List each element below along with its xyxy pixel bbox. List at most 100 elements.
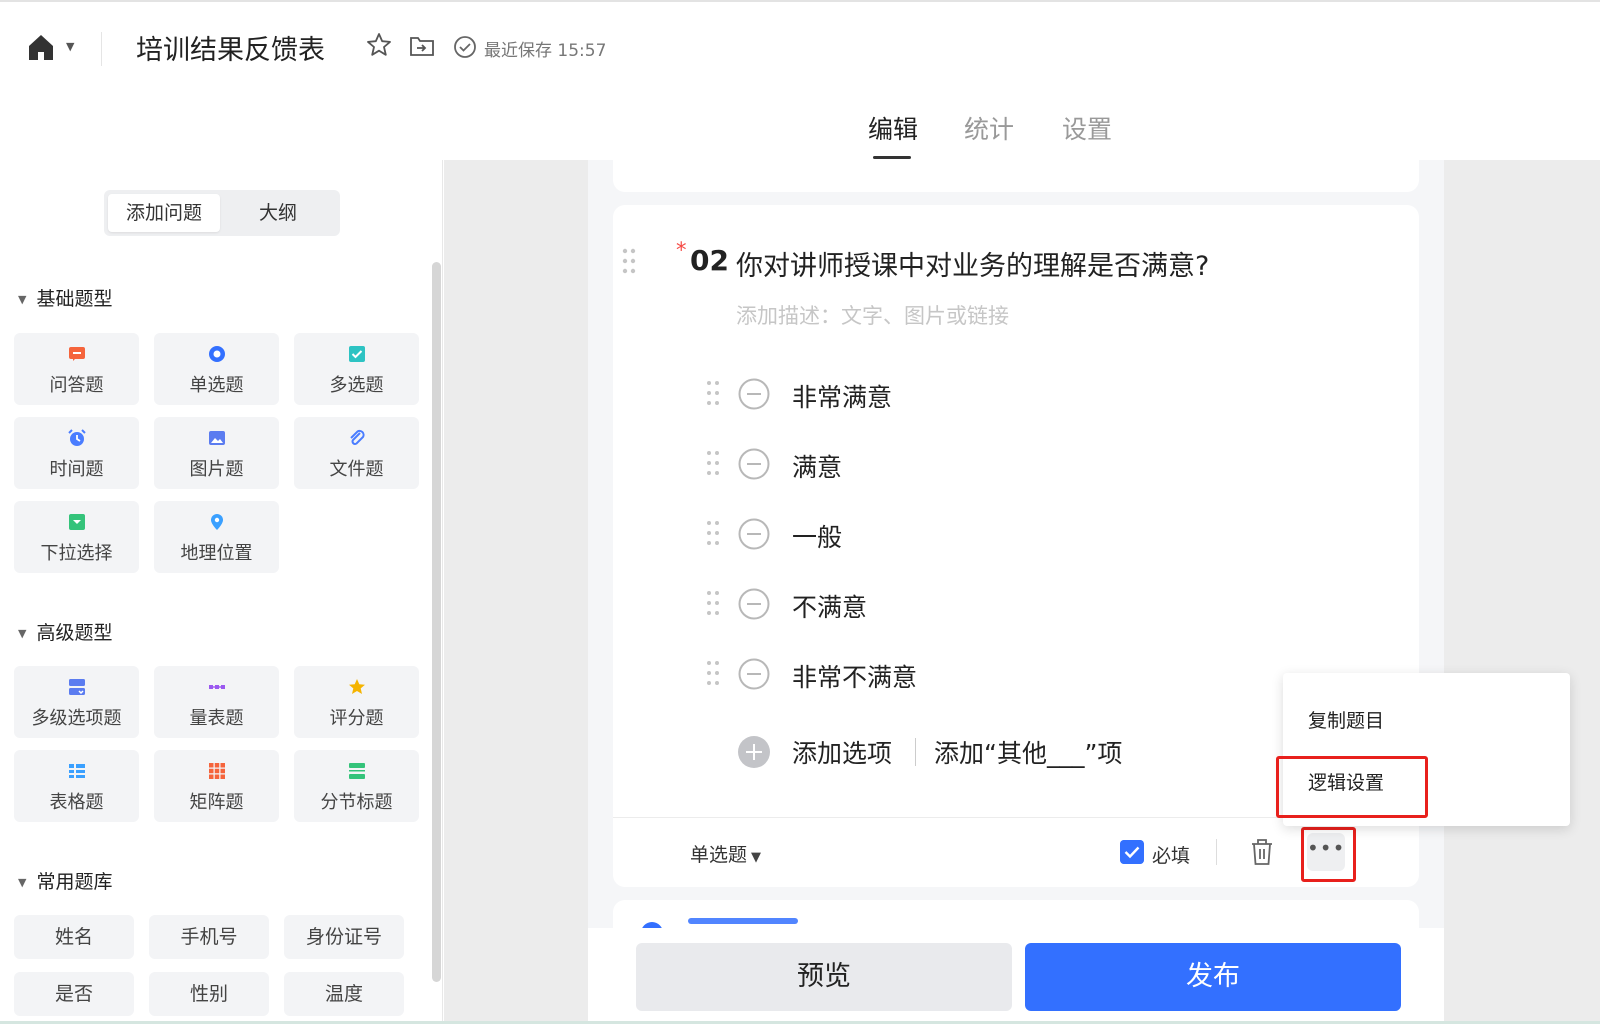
tile-label: 时间题: [49, 459, 104, 480]
required-checkbox[interactable]: [1120, 840, 1144, 864]
section-library-title: 常用题库: [36, 871, 113, 893]
segment-outline[interactable]: 大纲: [222, 194, 334, 232]
radio-icon: [209, 346, 225, 362]
tile-label: 下拉选择: [40, 543, 113, 564]
document-title[interactable]: 培训结果反馈表: [136, 28, 325, 67]
option-label[interactable]: 非常不满意: [792, 658, 917, 694]
library-chip-gender[interactable]: 性别: [149, 972, 269, 1016]
section-common-library[interactable]: ▼ 常用题库: [18, 867, 112, 894]
tile-label: 单选题: [189, 375, 244, 396]
tile-table[interactable]: 表格题: [14, 750, 139, 822]
home-dropdown-caret-icon[interactable]: ▼: [66, 40, 74, 53]
add-option-divider: [915, 738, 916, 766]
add-option-plus-icon[interactable]: [738, 736, 770, 768]
tab-stats[interactable]: 统计: [964, 110, 1014, 146]
move-to-folder-icon[interactable]: [409, 35, 435, 57]
cascade-icon: [69, 679, 85, 695]
collapse-caret-icon: ▼: [18, 293, 27, 306]
tile-dropdown[interactable]: 下拉选择: [14, 501, 139, 573]
remove-option-icon[interactable]: [738, 448, 770, 480]
section-basic-types[interactable]: ▼ 基础题型: [18, 284, 112, 311]
library-chip-temperature[interactable]: 温度: [284, 972, 404, 1016]
trash-icon[interactable]: [1250, 838, 1274, 866]
library-chip-phone[interactable]: 手机号: [149, 915, 269, 959]
top-bar: ▼ 培训结果反馈表 最近保存 15:57 编辑 统计 设置: [0, 0, 1600, 160]
option-drag-handle-icon[interactable]: [706, 660, 720, 686]
tile-time[interactable]: 时间题: [14, 417, 139, 489]
header-divider: [101, 32, 102, 66]
chevron-down-icon: ▼: [751, 850, 762, 865]
home-icon[interactable]: [26, 32, 56, 62]
remove-option-icon[interactable]: [738, 378, 770, 410]
tile-section[interactable]: 分节标题: [294, 750, 419, 822]
checkbox-icon: [349, 346, 365, 362]
option-label[interactable]: 不满意: [792, 588, 867, 624]
tile-label: 评分题: [329, 708, 384, 729]
tile-label: 问答题: [49, 375, 104, 396]
alarm-clock-icon: [68, 429, 86, 446]
library-chip-id-number[interactable]: 身份证号: [284, 915, 404, 959]
question-drag-handle-icon[interactable]: [622, 248, 636, 274]
option-drag-handle-icon[interactable]: [706, 380, 720, 406]
tile-label: 地理位置: [180, 543, 253, 564]
tile-qa[interactable]: 问答题: [14, 333, 139, 405]
tile-rating[interactable]: 评分题: [294, 666, 419, 738]
tile-radio[interactable]: 单选题: [154, 333, 279, 405]
library-chip-name[interactable]: 姓名: [14, 915, 134, 959]
tile-matrix[interactable]: 矩阵题: [154, 750, 279, 822]
section-icon: [349, 763, 365, 779]
remove-option-icon[interactable]: [738, 588, 770, 620]
option-label[interactable]: 一般: [792, 518, 842, 554]
qa-icon: [69, 347, 85, 361]
add-option-link[interactable]: 添加选项: [792, 734, 892, 770]
saved-check-icon: [454, 36, 476, 58]
tab-edit[interactable]: 编辑: [868, 110, 918, 146]
footer-divider: [1216, 839, 1217, 865]
tile-file[interactable]: 文件题: [294, 417, 419, 489]
tile-checkbox[interactable]: 多选题: [294, 333, 419, 405]
paperclip-icon: [350, 429, 365, 445]
section-advanced-title: 高级题型: [36, 622, 113, 644]
highlight-box-more: [1301, 827, 1356, 882]
preview-button[interactable]: 预览: [636, 943, 1012, 1011]
collapse-caret-icon: ▼: [18, 876, 27, 889]
sidebar-scrollbar[interactable]: [432, 262, 441, 982]
tile-scale[interactable]: 量表题: [154, 666, 279, 738]
sidebar: 添加问题 大纲 ▼ 基础题型 问答题 单选题 多选题 时间题 图片题 文件题 下拉…: [0, 160, 443, 1024]
menu-item-copy-question[interactable]: 复制题目: [1308, 706, 1384, 733]
next-card-title-fragment: [688, 918, 798, 924]
tile-label: 多级选项题: [31, 708, 122, 729]
dropdown-icon: [69, 514, 85, 530]
section-advanced-types[interactable]: ▼ 高级题型: [18, 618, 112, 645]
tile-image[interactable]: 图片题: [154, 417, 279, 489]
favorite-star-icon[interactable]: [366, 32, 392, 58]
publish-button[interactable]: 发布: [1025, 943, 1401, 1011]
tile-label: 矩阵题: [189, 792, 244, 813]
tile-label: 图片题: [189, 459, 244, 480]
tile-location[interactable]: 地理位置: [154, 501, 279, 573]
tab-settings[interactable]: 设置: [1062, 110, 1112, 146]
question-type-select[interactable]: 单选题 ▼: [690, 840, 761, 867]
option-drag-handle-icon[interactable]: [706, 590, 720, 616]
sidebar-segment-control: 添加问题 大纲: [104, 190, 340, 236]
previous-question-card[interactable]: [613, 160, 1419, 192]
tile-label: 表格题: [49, 792, 104, 813]
option-drag-handle-icon[interactable]: [706, 520, 720, 546]
star-icon: [349, 679, 365, 694]
option-drag-handle-icon[interactable]: [706, 450, 720, 476]
tile-label: 文件题: [329, 459, 384, 480]
question-description-input[interactable]: 添加描述：文字、图片或链接: [736, 300, 1009, 330]
remove-option-icon[interactable]: [738, 518, 770, 550]
question-title[interactable]: 你对讲师授课中对业务的理解是否满意?: [736, 244, 1209, 283]
save-status: 最近保存 15:57: [484, 41, 607, 61]
required-label: 必填: [1152, 845, 1191, 867]
question-type-label: 单选题: [690, 844, 748, 866]
location-pin-icon: [211, 514, 223, 530]
segment-add-question[interactable]: 添加问题: [108, 194, 220, 232]
tile-cascade[interactable]: 多级选项题: [14, 666, 139, 738]
option-label[interactable]: 满意: [792, 448, 842, 484]
library-chip-yes-no[interactable]: 是否: [14, 972, 134, 1016]
add-other-option-link[interactable]: 添加“其他___”项: [934, 734, 1122, 770]
remove-option-icon[interactable]: [738, 658, 770, 690]
option-label[interactable]: 非常满意: [792, 378, 892, 414]
